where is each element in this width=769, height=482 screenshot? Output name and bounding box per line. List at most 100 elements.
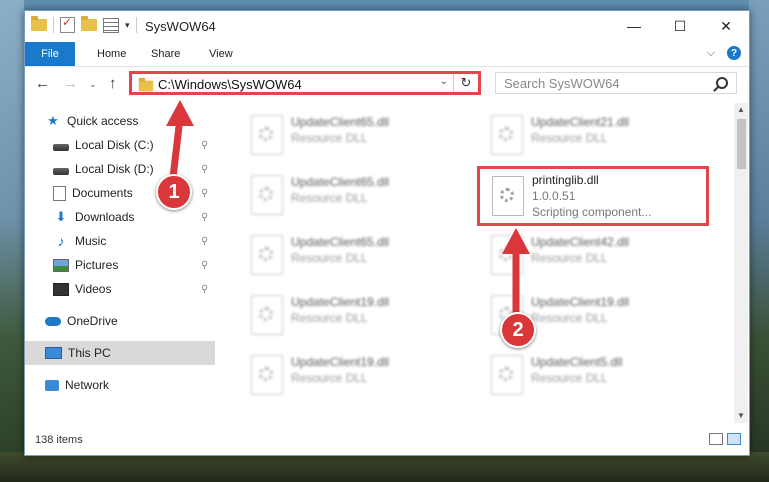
close-button[interactable]: ✕	[703, 11, 749, 41]
file-type: Resource DLL	[291, 191, 368, 205]
vertical-scrollbar[interactable]: ▲ ▼	[734, 103, 748, 423]
customize-toolbar-icon[interactable]: ▾	[125, 20, 130, 31]
pin-icon: ⚲	[201, 235, 209, 247]
large-icons-view-icon[interactable]	[727, 433, 741, 445]
dll-file-icon	[251, 235, 283, 275]
dll-file-icon	[251, 295, 283, 335]
sidebar-item-label: Downloads	[75, 210, 135, 224]
gear-icon	[259, 367, 273, 381]
file-type: Resource DLL	[531, 251, 608, 265]
dll-file-icon	[491, 235, 523, 275]
sidebar-item-label: Videos	[75, 282, 112, 296]
file-name: UpdateClient19.dll	[531, 295, 630, 309]
file-item[interactable]: UpdateClient42.dll Resource DLL	[479, 231, 709, 279]
search-icon	[716, 77, 728, 89]
tab-home[interactable]: Home	[85, 42, 138, 66]
computer-icon	[45, 347, 62, 359]
up-button[interactable]: ↑	[109, 75, 117, 92]
scroll-thumb[interactable]	[737, 119, 746, 169]
minimize-button[interactable]: —	[611, 11, 657, 41]
address-bar[interactable]: C:\Windows\SysWOW64 ⌄ ↻	[129, 71, 481, 95]
file-type: Resource DLL	[531, 131, 608, 145]
file-item[interactable]: UpdateClient65.dll Resource DLL	[239, 111, 469, 159]
pictures-icon	[53, 258, 69, 272]
tab-view[interactable]: View	[197, 42, 245, 66]
sidebar-item-label: Quick access	[67, 114, 139, 128]
sidebar-item-quick-access[interactable]: ★ Quick access	[45, 109, 235, 133]
sidebar-item-videos[interactable]: Videos ⚲	[53, 277, 215, 301]
help-icon[interactable]: ?	[727, 46, 741, 60]
folder-icon	[31, 16, 47, 31]
wallpaper-bottom	[0, 452, 769, 482]
disk-icon	[53, 143, 69, 151]
details-view-icon[interactable]	[709, 433, 723, 445]
file-version: 1.0.0.51	[532, 189, 576, 203]
file-item[interactable]: UpdateClient5.dll Resource DLL	[479, 351, 709, 399]
sidebar-item-music[interactable]: ♪ Music ⚲	[53, 229, 215, 253]
videos-icon	[53, 282, 69, 296]
network-icon	[45, 379, 59, 391]
dll-file-icon	[251, 175, 283, 215]
pin-icon: ⚲	[201, 211, 209, 223]
file-item[interactable]: UpdateClient65.dll Resource DLL	[239, 171, 469, 219]
refresh-button[interactable]: ↻	[453, 74, 478, 92]
file-name: UpdateClient65.dll	[291, 175, 390, 189]
sidebar-item-label: Local Disk (D:)	[75, 162, 154, 176]
documents-icon	[53, 185, 66, 201]
sidebar-item-local-disk-d[interactable]: Local Disk (D:) ⚲	[53, 157, 215, 181]
file-type: Resource DLL	[531, 311, 608, 325]
file-name: UpdateClient19.dll	[291, 295, 390, 309]
gear-icon	[499, 367, 513, 381]
gear-icon	[259, 187, 273, 201]
gear-icon	[259, 307, 273, 321]
tab-file[interactable]: File	[25, 42, 75, 66]
new-folder-icon[interactable]	[81, 16, 97, 31]
properties-check-icon[interactable]	[60, 15, 75, 33]
file-name: UpdateClient5.dll	[531, 355, 623, 369]
forward-button[interactable]: →	[63, 75, 78, 92]
back-button[interactable]: ←	[35, 75, 50, 92]
navigation-pane: ★ Quick access Local Disk (C:) ⚲ Local D…	[25, 103, 217, 423]
folder-icon	[138, 77, 154, 92]
view-switcher	[709, 433, 741, 445]
scroll-up-icon[interactable]: ▲	[734, 103, 748, 117]
explorer-window: ▾ SysWOW64 — ☐ ✕ File Home Share View ⌵ …	[24, 10, 750, 456]
search-input[interactable]: Search SysWOW64	[495, 72, 737, 94]
file-item[interactable]: UpdateClient21.dll Resource DLL	[479, 111, 709, 159]
file-name: UpdateClient42.dll	[531, 235, 630, 249]
scroll-down-icon[interactable]: ▼	[734, 409, 748, 423]
expand-ribbon-icon[interactable]: ⌵	[707, 47, 715, 60]
sidebar-item-label: Pictures	[75, 258, 119, 272]
sidebar-item-local-disk-c[interactable]: Local Disk (C:) ⚲	[53, 133, 215, 157]
file-name: UpdateClient65.dll	[291, 235, 390, 249]
file-name: printinglib.dll	[532, 173, 599, 187]
sidebar-item-downloads[interactable]: ⬇ Downloads ⚲	[53, 205, 215, 229]
window-controls: — ☐ ✕	[611, 11, 749, 41]
properties-icon[interactable]	[103, 17, 119, 33]
file-list: UpdateClient65.dll Resource DLL UpdateCl…	[229, 103, 734, 423]
gear-icon	[499, 127, 513, 141]
music-icon: ♪	[57, 233, 65, 249]
address-dropdown-icon[interactable]: ⌄	[440, 76, 448, 87]
file-item[interactable]: UpdateClient19.dll Resource DLL	[239, 351, 469, 399]
file-type: Resource DLL	[291, 311, 368, 325]
sidebar-item-pictures[interactable]: Pictures ⚲	[53, 253, 215, 277]
wallpaper-left	[0, 0, 24, 482]
file-type: Resource DLL	[291, 131, 368, 145]
tab-share[interactable]: Share	[139, 42, 192, 66]
sidebar-item-onedrive[interactable]: OneDrive	[45, 309, 215, 333]
file-item[interactable]: UpdateClient19.dll Resource DLL	[239, 291, 469, 339]
annotation-badge-2: 2	[500, 312, 536, 348]
download-icon: ⬇	[55, 209, 67, 224]
gear-icon	[500, 188, 514, 202]
sidebar-item-network[interactable]: Network	[45, 373, 215, 397]
maximize-button[interactable]: ☐	[657, 11, 703, 41]
recent-locations-icon[interactable]: ⌄	[89, 79, 97, 90]
sidebar-item-this-pc[interactable]: This PC	[25, 341, 215, 365]
address-path[interactable]: C:\Windows\SysWOW64	[158, 77, 302, 92]
file-item[interactable]: UpdateClient65.dll Resource DLL	[239, 231, 469, 279]
dll-file-icon	[251, 355, 283, 395]
file-item-printinglib[interactable]: printinglib.dll 1.0.0.51 Scripting compo…	[477, 166, 709, 226]
search-placeholder: Search SysWOW64	[504, 76, 620, 91]
file-type: Scripting component...	[532, 205, 652, 219]
